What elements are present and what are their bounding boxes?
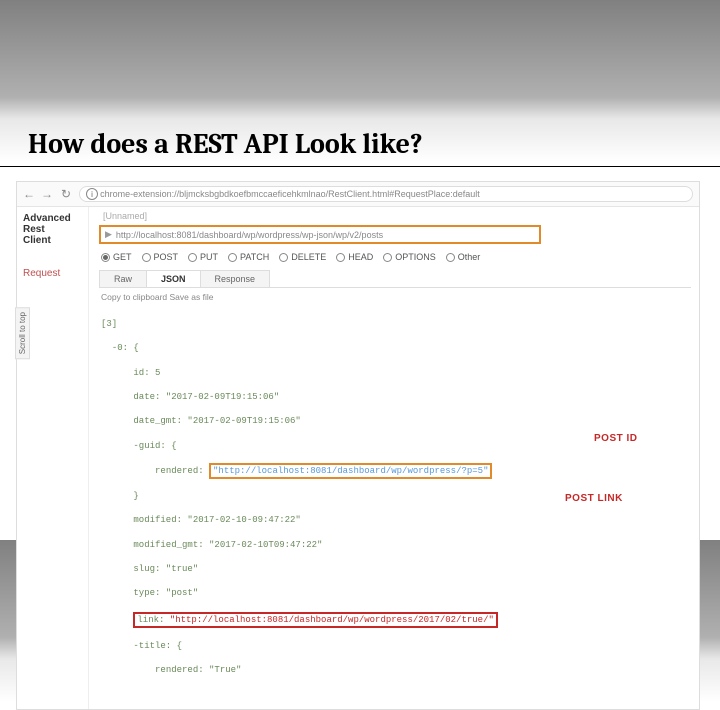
method-put[interactable]: PUT — [188, 252, 218, 262]
method-delete[interactable]: DELETE — [279, 252, 326, 262]
url-field[interactable]: i chrome-extension://bljmcksbgbdkoefbmcc… — [79, 186, 693, 202]
browser-window: ← → ↻ i chrome-extension://bljmcksbgbdko… — [16, 181, 700, 710]
tab-response[interactable]: Response — [200, 270, 271, 287]
annotation-post-link: POST LINK — [565, 493, 623, 504]
request-unnamed-label: [Unnamed] — [103, 211, 691, 221]
method-post[interactable]: POST — [142, 252, 179, 262]
method-options[interactable]: OPTIONS — [383, 252, 436, 262]
guid-rendered-highlight: "http://localhost:8081/dashboard/wp/word… — [209, 463, 492, 479]
app-name: Advanced Rest Client — [23, 213, 82, 246]
scroll-to-top-tab[interactable]: Scroll to top — [15, 307, 30, 359]
method-get[interactable]: GET — [101, 252, 132, 262]
endpoint-url-text: http://localhost:8081/dashboard/wp/wordp… — [116, 230, 383, 240]
link-highlight: link: "http://localhost:8081/dashboard/w… — [133, 612, 497, 628]
browser-address-bar: ← → ↻ i chrome-extension://bljmcksbgbdko… — [17, 182, 699, 207]
http-methods: GET POST PUT PATCH DELETE HEAD OPTIONS O… — [101, 252, 689, 262]
url-text: chrome-extension://bljmcksbgbdkoefbmccae… — [100, 189, 480, 199]
response-actions[interactable]: Copy to clipboard Save as file — [101, 292, 691, 302]
method-patch[interactable]: PATCH — [228, 252, 269, 262]
endpoint-url-input[interactable]: ▶ http://localhost:8081/dashboard/wp/wor… — [99, 225, 541, 244]
main-panel: [Unnamed] ▶ http://localhost:8081/dashbo… — [89, 207, 699, 709]
method-head[interactable]: HEAD — [336, 252, 373, 262]
tab-raw[interactable]: Raw — [99, 270, 147, 287]
info-icon[interactable]: i — [86, 188, 98, 200]
sidebar: Advanced Rest Client Request Scroll to t… — [17, 207, 89, 709]
slide-title: How does a REST API Look like? — [0, 128, 720, 167]
play-icon: ▶ — [105, 229, 112, 240]
reload-icon[interactable]: ↻ — [61, 187, 71, 201]
annotation-post-id: POST ID — [594, 433, 638, 444]
tab-json[interactable]: JSON — [146, 270, 201, 287]
sidebar-request-link[interactable]: Request — [23, 268, 82, 279]
method-other[interactable]: Other — [446, 252, 481, 262]
response-tabs: Raw JSON Response — [99, 270, 691, 288]
back-icon[interactable]: ← — [23, 187, 35, 201]
forward-icon[interactable]: → — [41, 187, 53, 201]
